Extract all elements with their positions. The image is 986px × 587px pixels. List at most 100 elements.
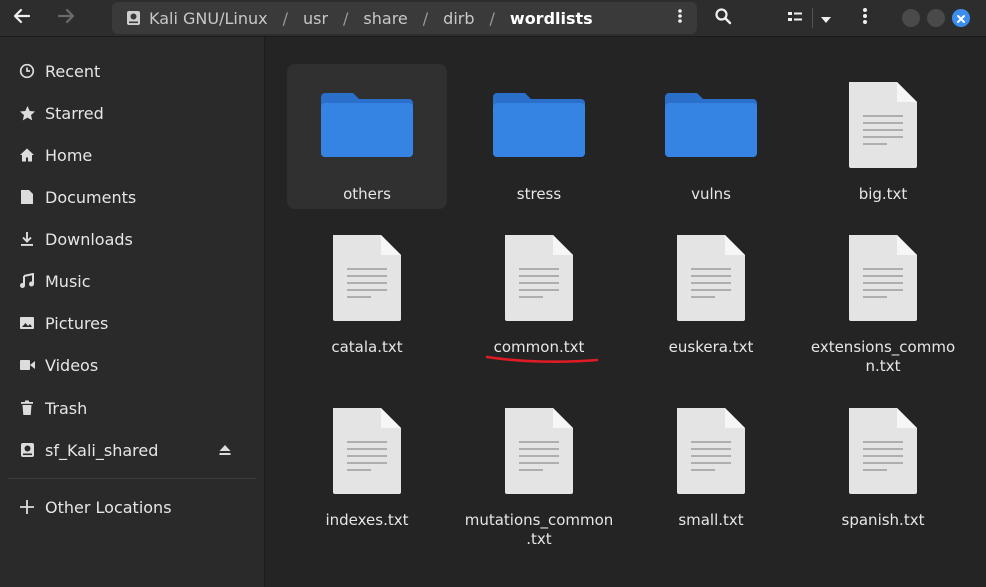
text-file-icon [803, 233, 963, 323]
breadcrumb-dirb[interactable]: dirb [443, 9, 474, 28]
file-name-line: extensions_commo [810, 338, 956, 356]
red-underline-annotation [485, 355, 599, 363]
main-menu-button[interactable] [852, 0, 878, 36]
breadcrumb-root[interactable]: Kali GNU/Linux [149, 9, 268, 28]
sidebar-item-label: Trash [45, 398, 88, 418]
file-name: indexes.txt [325, 511, 409, 529]
path-menu-button[interactable] [677, 2, 683, 34]
text-file-icon [459, 233, 619, 323]
path-bar: Kali GNU/Linux / usr / share / dirb / wo… [112, 2, 697, 34]
close-button[interactable] [952, 9, 970, 27]
sidebar-item-label: Pictures [45, 313, 109, 333]
sidebar-item-label: sf_Kali_shared [45, 440, 159, 460]
sidebar-item-starred[interactable]: Starred [0, 94, 264, 132]
sidebar-item-label: Music [45, 271, 91, 291]
file-item-extensions-common-txt[interactable]: extensions_commo n.txt [803, 217, 963, 375]
file-name: euskera.txt [668, 338, 754, 356]
sidebar-item-recent[interactable]: Recent [0, 52, 264, 90]
sidebar-item-videos[interactable]: Videos [0, 346, 264, 384]
file-item-catala-txt[interactable]: catala.txt [287, 217, 447, 362]
kebab-menu-icon [677, 8, 683, 28]
drive-icon [18, 441, 36, 459]
trash-icon [18, 399, 36, 417]
drive-icon [126, 10, 141, 26]
back-button[interactable] [6, 0, 38, 36]
sidebar-item-documents[interactable]: Documents [0, 178, 264, 216]
chevron-down-icon [820, 9, 832, 28]
sidebar-item-label: Home [45, 145, 93, 165]
kebab-menu-icon [862, 7, 868, 29]
text-file-icon [803, 80, 963, 170]
file-name: spanish.txt [841, 511, 925, 529]
sidebar-item-pictures[interactable]: Pictures [0, 304, 264, 342]
home-icon [18, 146, 36, 164]
eject-icon[interactable] [218, 443, 232, 457]
text-file-icon [287, 406, 447, 496]
sidebar-item-label: Documents [45, 187, 137, 207]
sidebar-divider [8, 478, 256, 479]
view-toggle-button[interactable] [780, 0, 810, 36]
folder-icon [459, 89, 619, 159]
folder-item-vulns[interactable]: vulns [631, 64, 791, 209]
folder-icon [287, 89, 447, 159]
breadcrumb-separator: / [343, 8, 349, 28]
breadcrumb-share[interactable]: share [363, 9, 407, 28]
list-view-icon [787, 9, 803, 28]
file-view: others stress vulns big.txt catala.txt c… [265, 37, 986, 587]
breadcrumb-separator: / [422, 8, 429, 28]
arrow-left-icon [13, 7, 31, 29]
view-options-button[interactable] [815, 0, 837, 36]
sidebar-item-label: Recent [45, 61, 101, 81]
sidebar-item-label: Starred [45, 103, 104, 123]
maximize-button[interactable] [927, 9, 945, 27]
file-item-big-txt[interactable]: big.txt [803, 64, 963, 209]
header-bar: Kali GNU/Linux / usr / share / dirb / wo… [0, 0, 986, 37]
breadcrumb-separator: / [489, 8, 495, 28]
file-name: small.txt [678, 511, 744, 529]
sidebar-item-other-locations[interactable]: Other Locations [0, 488, 264, 526]
text-file-icon [459, 406, 619, 496]
forward-button[interactable] [50, 0, 82, 36]
file-item-spanish-txt[interactable]: spanish.txt [803, 390, 963, 535]
text-file-icon [631, 233, 791, 323]
file-name-line: n.txt [865, 357, 901, 375]
close-icon [956, 9, 966, 28]
plus-icon [18, 498, 36, 516]
folder-item-stress[interactable]: stress [459, 64, 619, 209]
file-item-euskera-txt[interactable]: euskera.txt [631, 217, 791, 362]
search-button[interactable] [706, 0, 740, 36]
text-file-icon [803, 406, 963, 496]
text-file-icon [287, 233, 447, 323]
button-divider [812, 8, 813, 28]
text-file-icon [631, 406, 791, 496]
sidebar-item-trash[interactable]: Trash [0, 389, 264, 427]
search-icon [714, 7, 732, 29]
sidebar-item-label: Downloads [45, 229, 133, 249]
sidebar-item-downloads[interactable]: Downloads [0, 220, 264, 258]
sidebar: Recent Starred Home Documents Downloads … [0, 37, 265, 587]
music-icon [18, 272, 36, 290]
sidebar-item-label: Videos [45, 355, 99, 375]
file-item-indexes-txt[interactable]: indexes.txt [287, 390, 447, 535]
file-name-line: .txt [526, 530, 552, 548]
file-item-mutations-common-txt[interactable]: mutations_common .txt [459, 390, 619, 548]
sidebar-item-home[interactable]: Home [0, 136, 264, 174]
file-name: others [343, 185, 391, 203]
folder-icon [631, 89, 791, 159]
file-name: stress [516, 185, 562, 203]
breadcrumb-current[interactable]: wordlists [510, 9, 593, 28]
file-name-line: mutations_common [464, 511, 614, 529]
sidebar-item-sf-kali-shared[interactable]: sf_Kali_shared [0, 431, 264, 469]
breadcrumb-usr[interactable]: usr [303, 9, 328, 28]
download-icon [18, 230, 36, 248]
sidebar-item-label: Other Locations [45, 497, 172, 517]
clock-icon [18, 62, 36, 80]
minimize-button[interactable] [902, 9, 920, 27]
folder-item-others[interactable]: others [287, 64, 447, 209]
file-item-common-txt[interactable]: common.txt [459, 217, 619, 363]
sidebar-item-music[interactable]: Music [0, 262, 264, 300]
picture-icon [18, 314, 36, 332]
file-item-small-txt[interactable]: small.txt [631, 390, 791, 535]
star-icon [18, 104, 36, 122]
file-name: catala.txt [331, 338, 403, 356]
